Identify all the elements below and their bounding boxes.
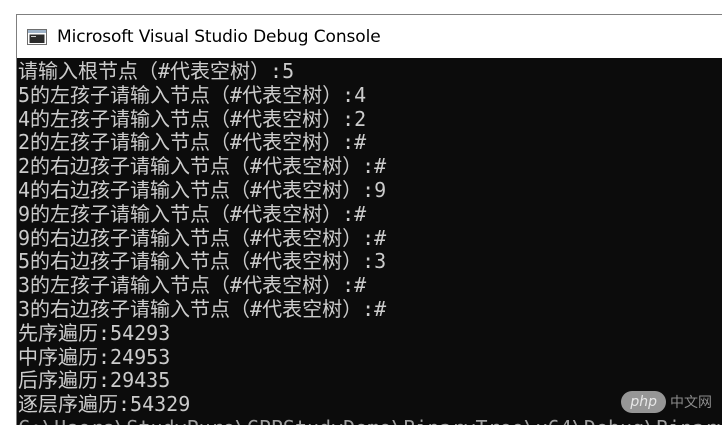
console-line: 逐层序遍历:54329 <box>18 392 191 417</box>
site-watermark: php 中文网 <box>621 391 712 413</box>
console-line: 2的左孩子请输入节点（#代表空树）:# <box>18 130 367 155</box>
console-line: 3的右边孩子请输入节点（#代表空树）:# <box>18 296 387 321</box>
console-output[interactable]: 请输入根节点（#代表空树）:5 5的左孩子请输入节点（#代表空树）:4 4的左孩… <box>17 58 722 425</box>
watermark-badge: php <box>621 391 666 413</box>
console-window: Microsoft Visual Studio Debug Console 请输… <box>16 14 722 425</box>
console-line: 3的左孩子请输入节点（#代表空树）:# <box>18 273 367 298</box>
console-line: 请输入根节点（#代表空树）:5 <box>18 59 295 83</box>
console-line: 4的左孩子请输入节点（#代表空树）:2 <box>18 106 367 131</box>
console-line: 9的左孩子请输入节点（#代表空树）:# <box>18 201 367 226</box>
console-line-partial: C:\Users\StudyPure\CPPStudyDemo\BinaryTr… <box>18 417 722 425</box>
console-line: 中序遍历:24953 <box>18 344 171 369</box>
console-line: 2的右边孩子请输入节点（#代表空树）:# <box>18 154 387 179</box>
watermark-text: 中文网 <box>670 395 712 411</box>
console-line: 后序遍历:29435 <box>18 368 171 393</box>
console-line: 9的右边孩子请输入节点（#代表空树）:# <box>18 225 387 250</box>
console-line: 先序遍历:54293 <box>18 320 171 345</box>
title-bar[interactable]: Microsoft Visual Studio Debug Console <box>17 15 722 58</box>
window-title: Microsoft Visual Studio Debug Console <box>57 26 381 47</box>
console-line: 5的左孩子请输入节点（#代表空树）:4 <box>18 82 367 107</box>
console-app-icon <box>27 28 47 45</box>
console-line: 5的右边孩子请输入节点（#代表空树）:3 <box>18 249 387 274</box>
console-line: 4的右边孩子请输入节点（#代表空树）:9 <box>18 177 387 202</box>
